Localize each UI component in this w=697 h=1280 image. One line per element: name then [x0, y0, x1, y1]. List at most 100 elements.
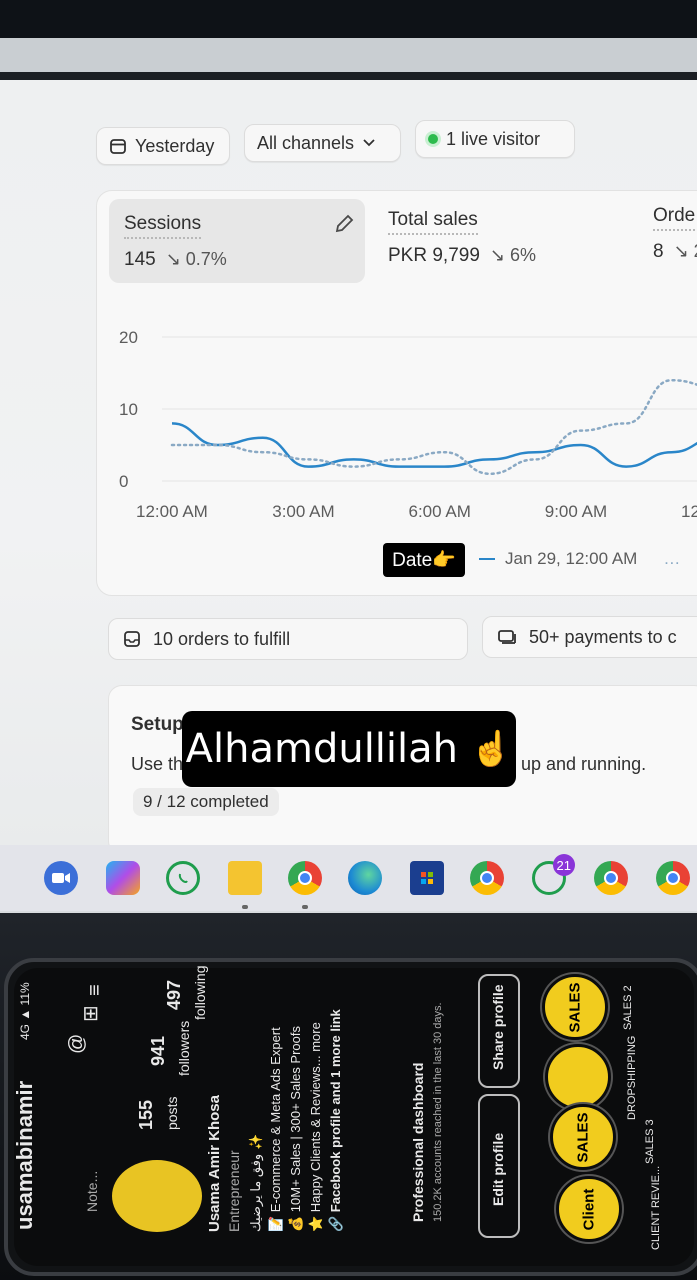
comparison-series-line [170, 378, 697, 476]
sessions-series-line [171, 422, 697, 468]
edge-icon[interactable] [348, 861, 382, 895]
whatsapp-notify-icon[interactable]: 21 [532, 854, 575, 895]
highlight-label: SALES 2 [622, 985, 634, 1030]
x-tick-label: 12: [681, 502, 697, 521]
metric-value: PKR 9,799 [388, 245, 480, 266]
legend-more: … [663, 549, 681, 568]
x-tick-label: 3:00 AM [272, 502, 334, 521]
share-profile-label: Share profile [490, 984, 506, 1070]
payments-to-capture-button[interactable]: 50+ payments to c [482, 616, 697, 658]
story-highlight[interactable]: SALES [550, 1104, 616, 1170]
setup-progress-badge: 9 / 12 completed [133, 788, 279, 816]
bio-line[interactable]: ⭐ Happy Clients & Reviews... more [308, 1022, 324, 1232]
metric-label: Orde [653, 205, 696, 231]
highlight-badge: Client [580, 1188, 598, 1230]
y-tick-label: 10 [119, 400, 138, 419]
payments-to-capture-label: 50+ payments to c [529, 626, 677, 647]
orders-to-fulfill-button[interactable]: 10 orders to fulfill [108, 618, 468, 660]
copilot-icon[interactable] [106, 861, 140, 895]
pointing-up-icon: ☝️ [470, 729, 513, 769]
metrics-card: Sessions 145 ↘ 0.7% Total sales PKR 9,79… [96, 190, 697, 596]
following-count[interactable]: 497 [164, 980, 185, 1010]
menu-icon[interactable]: ≡ [84, 984, 107, 996]
active-indicator [302, 905, 308, 909]
highlight-badge: SALES [574, 1111, 592, 1163]
posts-count: 155 [136, 1099, 156, 1130]
chrome-profile-icon[interactable] [470, 861, 504, 895]
profile-category: Entrepreneur [226, 1150, 242, 1232]
followers-count[interactable]: 941 [148, 1036, 169, 1066]
story-highlight[interactable]: Client [556, 1176, 622, 1242]
windows-taskbar: 21 [0, 845, 697, 911]
monitor-edge [0, 72, 697, 80]
metric-value: 145 [124, 249, 156, 270]
threads-icon[interactable]: @ [66, 1034, 89, 1054]
following-label[interactable]: following [192, 966, 208, 1020]
posts-label: posts [164, 1096, 180, 1130]
monitor-bezel [0, 38, 697, 74]
story-highlight[interactable]: SALES [542, 974, 608, 1040]
orders-to-fulfill-label: 10 orders to fulfill [153, 628, 291, 649]
bio-link[interactable]: 🔗 Facebook profile and 1 more link [328, 1009, 344, 1232]
metric-label: Total sales [388, 209, 478, 235]
whatsapp-icon[interactable] [166, 861, 200, 895]
pencil-icon[interactable] [333, 213, 355, 235]
dashboard-subtitle: 150.2K accounts reached in the last 30 d… [432, 1002, 444, 1222]
chrome-profile-3-icon[interactable] [656, 861, 690, 895]
followers-label[interactable]: followers [176, 1021, 192, 1076]
metric-value: 8 [653, 241, 664, 262]
y-tick-label: 20 [119, 328, 138, 347]
setup-description-end: up and running. [521, 754, 647, 774]
x-tick-label: 12:00 AM [136, 502, 208, 521]
date-filter-label: Yesterday [135, 135, 215, 156]
bio-line: 📝 E-commerce & Meta Ads Expert [268, 1027, 283, 1232]
story-highlight[interactable] [545, 1044, 611, 1110]
dashboard-title[interactable]: Professional dashboard [410, 1063, 426, 1222]
bio-line: وفق ما يرضيك ✨ [248, 1133, 263, 1232]
highlight-label: DROPSHIPPING [626, 1035, 638, 1120]
meet-icon[interactable] [44, 861, 78, 895]
active-indicator [242, 905, 248, 909]
metric-change: ↘ 2 [673, 241, 697, 261]
legend-swatch [479, 558, 495, 560]
store-icon[interactable] [410, 861, 444, 895]
setup-description: Use th [131, 754, 184, 774]
total-sales-metric[interactable]: Total sales PKR 9,799 ↘ 6% [388, 209, 536, 267]
date-filter-button[interactable]: Yesterday [96, 127, 230, 165]
x-tick-label: 9:00 AM [545, 502, 607, 521]
sessions-metric[interactable]: Sessions 145 ↘ 0.7% [124, 213, 227, 271]
chart-legend: Jan 29, 12:00 AM … [479, 549, 680, 569]
live-visitor-button[interactable]: 1 live visitor [415, 120, 575, 158]
calendar-icon [110, 139, 126, 154]
x-tick-label: 6:00 AM [409, 502, 471, 521]
channels-filter-button[interactable]: All channels [244, 124, 401, 162]
notification-badge: 21 [552, 854, 575, 876]
legend-label: Jan 29, 12:00 AM [505, 549, 638, 568]
profile-username[interactable]: usamabinamir [12, 1081, 38, 1230]
caption-sticker: Alhamdullilah ☝️ [182, 711, 516, 787]
profile-avatar[interactable] [112, 1160, 202, 1232]
caption-text: Alhamdullilah [185, 726, 459, 772]
chrome-icon[interactable] [288, 861, 322, 909]
orders-metric[interactable]: Orde 8 ↘ 2 [653, 205, 697, 263]
setup-title: Setup [131, 714, 184, 735]
sessions-chart: 20 10 0 12:00 AM 3:00 AM 6:00 AM 9:00 AM 12: [119, 328, 697, 521]
payment-icon [498, 630, 516, 644]
profile-name: Usama Amir Khosa [206, 1095, 223, 1232]
highlight-label: SALES 3 [644, 1119, 656, 1164]
y-tick-label: 0 [119, 472, 128, 491]
chrome-profile-2-icon[interactable] [594, 861, 628, 895]
highlight-label: CLIENT REVIE... [650, 1165, 662, 1250]
bio-line: 💰 10M+ Sales | 300+ Sales Proofs [288, 1025, 303, 1232]
add-post-icon[interactable]: ⊞ [78, 1005, 103, 1022]
note-bubble[interactable]: Note... [84, 1171, 100, 1212]
live-status-dot [428, 134, 438, 144]
highlight-badge: SALES [566, 981, 584, 1033]
metric-change: ↘ 6% [489, 245, 537, 265]
folder-icon[interactable] [228, 861, 262, 909]
metric-label: Sessions [124, 213, 202, 239]
edit-profile-label: Edit profile [490, 1132, 506, 1206]
phone-status-bar: 4G ▲ 11% [18, 982, 32, 1040]
live-visitor-label: 1 live visitor [446, 128, 541, 149]
channels-filter-label: All channels [257, 132, 355, 153]
